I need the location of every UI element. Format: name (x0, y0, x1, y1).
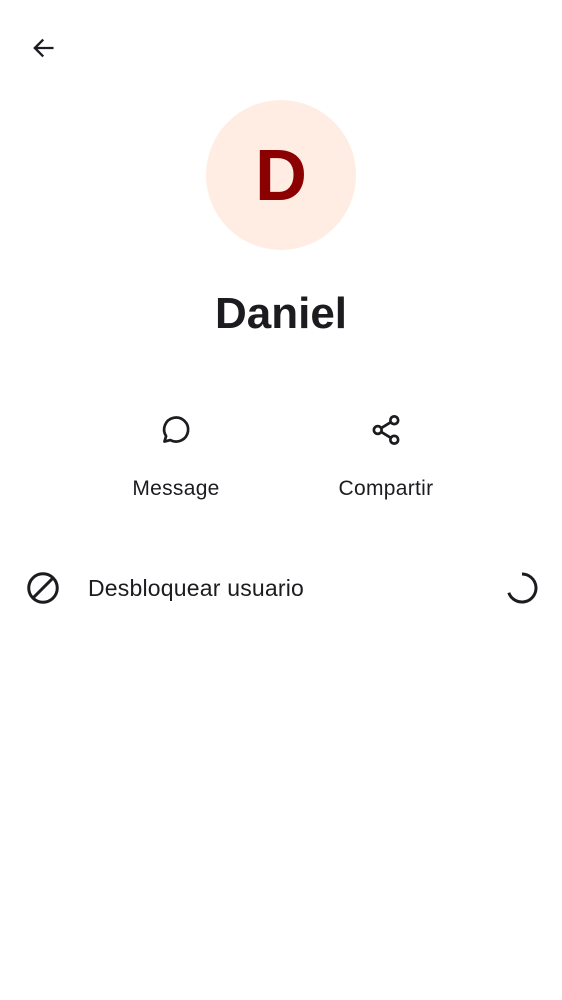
share-label: Compartir (338, 477, 434, 500)
block-icon (23, 568, 63, 608)
loading-spinner-icon (503, 569, 541, 607)
share-button[interactable]: Compartir (316, 404, 456, 514)
avatar-initial: D (255, 136, 307, 216)
unblock-user-row[interactable]: Desbloquear usuario (0, 556, 562, 620)
arrow-back-icon (29, 34, 57, 67)
unblock-user-label: Desbloquear usuario (88, 575, 305, 601)
avatar: D (206, 100, 356, 250)
chat-bubble-icon (156, 410, 196, 450)
back-button[interactable] (19, 26, 67, 74)
contact-name: Daniel (214, 289, 348, 338)
share-icon (366, 410, 406, 450)
message-button[interactable]: Message (106, 404, 246, 514)
message-label: Message (132, 477, 220, 500)
